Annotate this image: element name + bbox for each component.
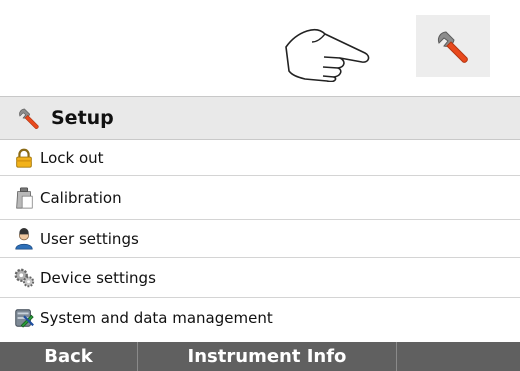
wrench-icon <box>16 105 42 131</box>
setup-shortcut-button[interactable] <box>416 15 490 77</box>
calibration-weight-icon <box>10 186 38 210</box>
setup-header: Setup <box>0 97 520 140</box>
menu-item-label: Device settings <box>40 268 156 287</box>
system-data-icon <box>10 306 38 330</box>
user-icon <box>10 227 38 251</box>
back-button[interactable]: Back <box>0 342 138 371</box>
wrench-icon <box>437 31 468 63</box>
padlock-icon <box>10 146 38 170</box>
menu-item-label: Lock out <box>40 148 104 167</box>
menu-item-calibration[interactable]: Calibration <box>0 176 520 220</box>
menu-item-label: Calibration <box>40 188 122 207</box>
instrument-info-button[interactable]: Instrument Info <box>138 342 397 371</box>
empty-softkey <box>397 342 520 371</box>
menu-item-lock-out[interactable]: Lock out <box>0 140 520 176</box>
menu-item-label: System and data management <box>40 309 273 327</box>
bottom-bar: Back Instrument Info <box>0 342 520 371</box>
menu-item-user-settings[interactable]: User settings <box>0 220 520 258</box>
setup-panel: Setup Lock out Calibration User settings… <box>0 96 520 342</box>
page-title: Setup <box>51 107 114 129</box>
menu-item-system-data-management[interactable]: System and data management <box>0 298 520 338</box>
gears-icon <box>10 266 38 290</box>
menu-item-device-settings[interactable]: Device settings <box>0 258 520 298</box>
top-area <box>0 0 520 96</box>
menu-item-label: User settings <box>40 229 139 248</box>
pointing-hand-icon <box>285 28 370 82</box>
